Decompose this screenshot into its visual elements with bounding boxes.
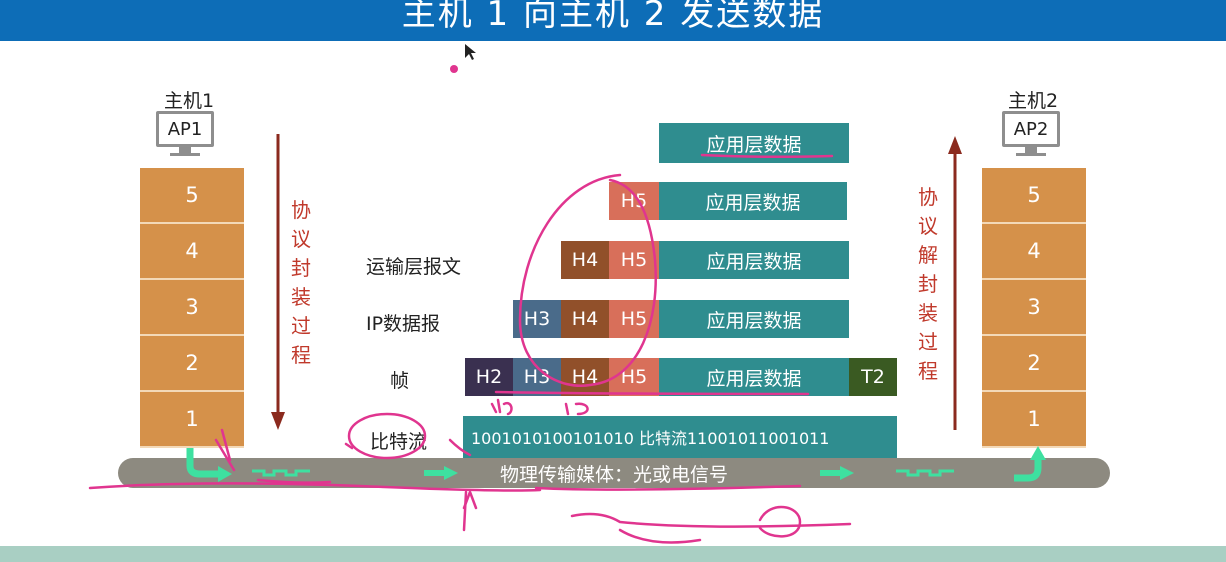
- pen-dot: [450, 65, 458, 73]
- pen-annotations: [88, 44, 852, 544]
- mouse-cursor-icon: [465, 44, 476, 60]
- footer-strip: [0, 546, 1226, 562]
